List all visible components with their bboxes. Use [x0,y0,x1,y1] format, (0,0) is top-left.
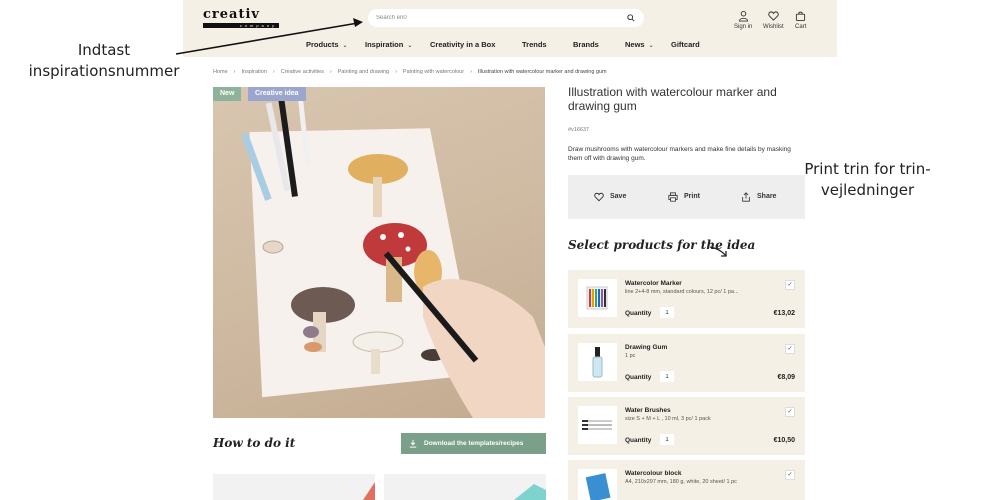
breadcrumb-item[interactable]: Creative activities [281,69,324,75]
site-header: creativ company Sign in Wishlist Cart Pr… [183,0,837,57]
product-image[interactable] [578,469,617,500]
annotation-right: Print trin for trin- vejledninger [800,159,935,201]
select-checkbox[interactable]: ✓ [785,344,795,354]
product-description: Draw mushrooms with watercolour markers … [568,146,791,162]
quantity-input[interactable] [660,434,674,445]
breadcrumb-item[interactable]: Inspiration [242,69,267,75]
product-price: €13,02 [773,310,795,317]
main-nav: Products ⌄ Inspiration ⌄ Creativity in a B… [183,40,837,52]
logo[interactable]: creativ company [203,7,279,29]
chevron-down-icon: ⌄ [648,43,654,49]
product-title: Illustration with watercolour marker and… [568,85,777,113]
user-icon [738,10,748,22]
annotation-right-line1: Print trin for trin- [804,160,931,178]
badge-new: New [213,87,242,101]
product-spec: 1 pc [625,353,636,359]
save-label: Save [610,193,627,200]
nav-item-news[interactable]: News ⌄ [625,40,654,49]
quantity-input[interactable] [660,307,674,318]
select-checkbox[interactable]: ✓ [785,407,795,417]
download-icon [409,439,417,448]
breadcrumb-item[interactable]: Home [213,69,228,75]
download-label: Download the templates/recipes [424,440,524,447]
annotation-left-line2: inspirationsnummer [28,62,180,80]
marker-set-image [586,286,608,310]
step-card[interactable] [213,474,375,500]
product-card: Water Brushes size S + M + L , 10 ml, 3 … [568,397,805,455]
chevron-down-icon: ⌄ [407,43,413,49]
heart-icon [768,11,779,21]
annotation-right-line2: vejledninger [820,181,915,199]
product-image[interactable] [578,279,617,317]
breadcrumb: Home › Inspiration › Creative activities › Pai… [213,69,607,75]
product-name[interactable]: Water Brushes [625,407,671,414]
product-image[interactable] [578,343,617,381]
nav-item-brands[interactable]: Brands [573,40,599,49]
product-card: Drawing Gum 1 pc Quantity €8,09 ✓ [568,334,805,392]
product-price: €10,50 [773,437,795,444]
signin-button[interactable]: Sign in [734,10,752,30]
nav-item-creativity-box[interactable]: Creativity in a Box [430,40,495,49]
signin-label: Sign in [734,24,753,30]
product-spec: line 2+4-8 mm, standard colours, 12 pc/ … [625,289,739,295]
cart-icon [796,11,806,22]
product-card: Watercolor Marker line 2+4-8 mm, standar… [568,270,805,328]
heart-icon [594,192,604,202]
nav-item-products[interactable]: Products ⌄ [306,40,348,49]
search-bar[interactable] [368,9,644,27]
logo-text: creativ [203,7,260,22]
search-icon[interactable] [627,14,635,22]
printer-icon [668,192,678,202]
cart-label: Cart [795,24,807,30]
watercolour-block-image [585,473,611,500]
breadcrumb-item[interactable]: Painting with watercolour [403,69,464,75]
nav-item-trends[interactable]: Trends [522,40,547,49]
wishlist-button[interactable]: Wishlist [763,10,784,30]
annotation-left: Indtast inspirationsnummer [18,40,190,82]
product-name[interactable]: Watercolour block [625,470,681,477]
action-bar: Save Print Share [568,175,805,219]
cart-button[interactable]: Cart [795,10,806,30]
how-to-heading: How to do it [213,436,296,450]
product-spec: size S + M + L , 10 ml, 3 pc/ 1 pack [625,416,711,422]
share-icon [742,192,750,202]
drawing-gum-image [592,347,603,378]
nav-item-inspiration[interactable]: Inspiration ⌄ [365,40,412,49]
share-button[interactable]: Share [741,191,786,203]
badge-creative-idea: Creative idea [248,87,306,101]
annotation-left-line1: Indtast [77,41,131,59]
step-card[interactable] [384,474,546,500]
product-price: €8,09 [777,374,795,381]
inspiration-number: #v16637 [568,127,590,133]
product-image[interactable] [578,406,617,444]
chevron-down-icon: ⌄ [342,43,348,49]
quantity-label: Quantity [625,310,652,317]
quantity-label: Quantity [625,374,652,381]
product-card: Watercolour block A4, 210x297 mm, 180 g,… [568,460,805,500]
product-name[interactable]: Drawing Gum [625,344,667,351]
water-brushes-image [582,420,612,430]
mushroom-illustration-photo [241,94,545,418]
select-checkbox[interactable]: ✓ [785,470,795,480]
main-product-image: New Creative idea [213,87,545,418]
share-label: Share [757,193,777,200]
select-checkbox[interactable]: ✓ [785,280,795,290]
save-button[interactable]: Save [594,191,634,203]
print-label: Print [684,193,700,200]
print-button[interactable]: Print [668,191,708,203]
logo-subtext: company [203,23,279,28]
nav-item-giftcard[interactable]: Giftcard [671,40,700,49]
quantity-label: Quantity [625,437,652,444]
quantity-input[interactable] [660,371,674,382]
download-templates-button[interactable]: Download the templates/recipes [401,433,546,454]
product-name[interactable]: Watercolor Marker [625,280,682,287]
step-image [514,484,546,500]
search-input[interactable] [376,12,616,24]
breadcrumb-current: Illustration with watercolour marker and… [477,69,607,75]
product-spec: A4, 210x297 mm, 180 g, white, 20 sheet/ … [625,479,737,485]
step-image [363,482,375,500]
curved-arrow-icon [709,246,727,257]
breadcrumb-item[interactable]: Painting and drawing [338,69,389,75]
wishlist-label: Wishlist [763,24,784,30]
